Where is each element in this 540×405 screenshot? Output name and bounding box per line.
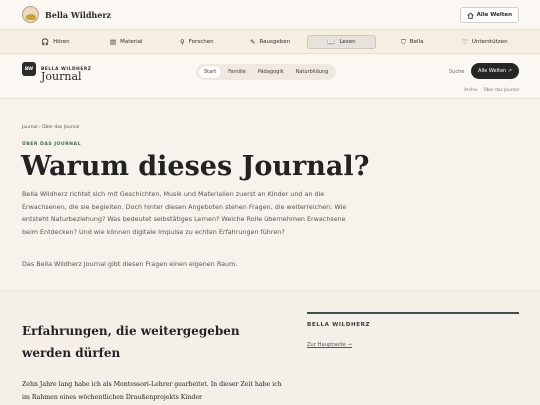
heart-icon: ♡ <box>462 37 468 46</box>
all-worlds-dark-button[interactable]: Alle Welten ↗ <box>471 63 519 79</box>
journal-logo-badge[interactable]: BW <box>22 62 36 76</box>
section-heading: Erfahrungen, die weitergegeben werden dü… <box>22 324 240 360</box>
brand-logo-icon <box>22 6 39 23</box>
nav-item-label: Lesen <box>339 39 356 45</box>
nav-item-label: Rausgeben <box>259 39 291 45</box>
main-nav: 🎧 Hören ▤ Material ⚲ Forschen ✎ Rausgebe… <box>0 30 540 54</box>
home-icon <box>466 11 474 19</box>
about-journal-link[interactable]: Über das Journal <box>484 88 519 93</box>
all-worlds-button[interactable]: Alle Welten <box>459 7 519 23</box>
nav-item-label: Forschen <box>188 39 214 45</box>
nav-item-lesen[interactable]: 📖 Lesen <box>307 35 376 49</box>
nav-item-bella[interactable]: ⛉ Bella <box>401 35 423 49</box>
intro-second-paragraph: Das Bella Wildherz Journal gibt diesen F… <box>22 260 238 268</box>
intro-section: Journal › Über das Journal ÜBER DAS JOUR… <box>0 100 540 290</box>
sidebar-card-title: BELLA WILDHERZ <box>307 322 371 328</box>
nav-item-label: Unterstützen <box>471 39 508 45</box>
tab-naturbildung[interactable]: Naturbildung <box>291 66 334 78</box>
nav-item-label: Bella <box>409 39 424 45</box>
top-header: Bella Wildherz Alle Welten <box>0 0 540 30</box>
nav-item-hoeren[interactable]: 🎧 Hören <box>41 35 70 49</box>
content-section: Erfahrungen, die weitergegeben werden dü… <box>0 290 540 405</box>
journal-bar: BW BELLA WILDHERZ Journal Start Familie … <box>0 55 540 99</box>
journal-title[interactable]: Journal <box>41 70 82 83</box>
magnifier-icon: ⚲ <box>180 37 185 46</box>
journal-sub-links: Archiv Über das Journal <box>464 88 519 93</box>
archive-link[interactable]: Archiv <box>464 88 477 93</box>
journal-category-tabs: Start Familie Pädagogik Naturbildung <box>196 64 337 80</box>
main-page-link[interactable]: Zur Hauptseite → <box>307 342 519 348</box>
intro-lead-paragraph: Bella Wildherz richtet sich mit Geschich… <box>22 190 347 236</box>
breadcrumb[interactable]: Journal › Über das Journal <box>22 125 79 130</box>
tab-start[interactable]: Start <box>199 66 222 78</box>
page-title: Warum dieses Journal? <box>21 151 370 182</box>
nav-item-forschen[interactable]: ⚲ Forschen <box>180 35 214 49</box>
all-worlds-label: Alle Welten <box>476 12 512 18</box>
all-worlds-dark-label: Alle Welten ↗ <box>478 68 512 74</box>
sidebar-card: BELLA WILDHERZ Zur Hauptseite → <box>307 312 519 348</box>
tab-paedagogik[interactable]: Pädagogik <box>253 66 289 78</box>
document-icon: ▤ <box>110 37 117 46</box>
search-link[interactable]: Suche <box>449 69 464 75</box>
book-icon: 📖 <box>327 37 336 46</box>
pencil-icon: ✎ <box>250 37 256 46</box>
section-kicker: ÜBER DAS JOURNAL <box>22 142 81 147</box>
shield-icon: ⛉ <box>401 37 406 46</box>
nav-item-unterstuetzen[interactable]: ♡ Unterstützen <box>462 35 508 49</box>
tab-familie[interactable]: Familie <box>223 66 251 78</box>
nav-item-rausgeben[interactable]: ✎ Rausgeben <box>250 35 290 49</box>
headphones-icon: 🎧 <box>41 37 50 46</box>
nav-item-label: Hören <box>53 39 70 45</box>
nav-item-label: Material <box>120 39 143 45</box>
brand-link[interactable]: Bella Wildherz <box>22 6 111 23</box>
body-paragraph: Zehn Jahre lang habe ich als Montessori-… <box>22 381 282 401</box>
nav-item-material[interactable]: ▤ Material <box>110 35 143 49</box>
brand-name: Bella Wildherz <box>45 9 112 20</box>
